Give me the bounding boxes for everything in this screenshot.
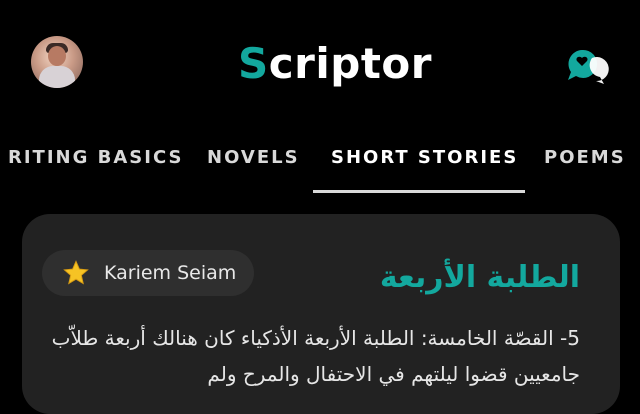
category-tabs: RITING BASICS NOVELS SHORT STORIES POEMS [0,132,640,194]
author-chip[interactable]: Kariem Seiam [42,250,254,296]
tab-novels[interactable]: NOVELS [207,146,300,170]
author-name: Kariem Seiam [104,262,237,284]
active-tab-indicator [313,190,525,193]
tab-writing-basics[interactable]: RITING BASICS [8,146,183,170]
story-title[interactable]: الطلبة الأربعة [350,252,580,304]
app-title: Scriptor [238,36,431,92]
top-app-bar: Scriptor [0,0,640,120]
story-excerpt: 5- القصّة الخامسة: الطلبة الأربعة الأذكي… [51,326,580,386]
chat-bubbles-icon[interactable] [560,36,610,86]
app-title-rest: criptor [268,39,432,88]
profile-avatar[interactable] [31,36,83,88]
avatar-head [48,46,66,66]
avatar-shirt [39,66,75,88]
tab-short-stories[interactable]: SHORT STORIES [331,146,518,170]
star-icon [63,260,89,285]
tab-poems[interactable]: POEMS [544,146,626,170]
app-title-initial: S [238,39,269,88]
